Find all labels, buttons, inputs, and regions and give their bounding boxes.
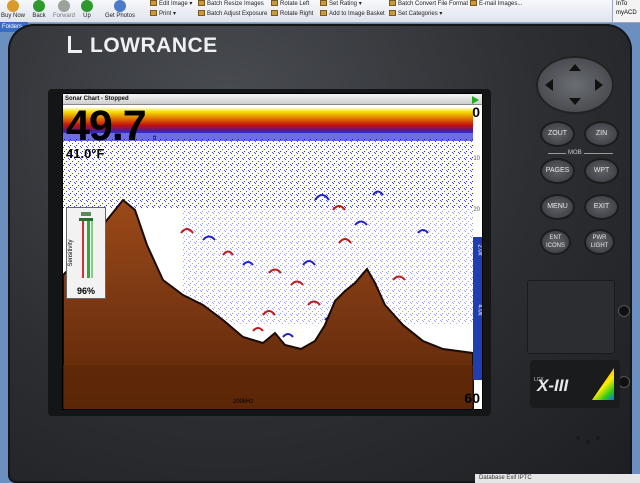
rotate-right-button[interactable]: Rotate Right xyxy=(271,10,313,19)
cart-icon xyxy=(7,0,19,12)
speaker-vent-icon xyxy=(586,440,590,444)
rotate-left-button[interactable]: Rotate Left xyxy=(271,0,309,9)
frequency-label: 200kHz xyxy=(233,399,254,405)
play-icon[interactable] xyxy=(472,96,479,104)
rotate-left-icon xyxy=(271,0,278,6)
arrow-left-icon[interactable] xyxy=(545,79,553,91)
screw-icon xyxy=(618,305,630,317)
rotate-right-icon xyxy=(271,10,278,16)
direction-pad[interactable] xyxy=(536,56,614,114)
add-to-basket-button[interactable]: Add to Image Basket xyxy=(320,10,385,19)
up-button[interactable]: Up xyxy=(78,0,96,22)
bottom-hardness xyxy=(63,365,473,409)
water-noise-lower xyxy=(183,205,473,325)
menu-button[interactable]: MENU xyxy=(540,194,575,220)
categories-icon xyxy=(389,10,396,16)
info-tabs[interactable]: Database Exif IPTC xyxy=(475,474,640,483)
speaker-vent-icon xyxy=(596,436,600,440)
zoom-out-button[interactable]: ZOUT xyxy=(540,121,575,147)
waypoint-button[interactable]: WPT xyxy=(584,158,619,184)
mob-label: MOB xyxy=(566,150,584,156)
temperature-readout: 41.0°F xyxy=(66,146,105,161)
edit-image-icon xyxy=(150,0,157,6)
zoom-bar[interactable]: 2.0x 4.0x xyxy=(473,237,482,380)
power-light-button[interactable]: PWR LIGHT xyxy=(584,229,615,255)
pages-button[interactable]: PAGES xyxy=(540,158,575,184)
buy-now-button[interactable]: Buy Now xyxy=(0,0,26,22)
model-name: X-III xyxy=(537,376,569,395)
batch-convert-button[interactable]: Batch Convert File Format xyxy=(389,0,468,9)
get-photos-button[interactable]: Get Photos xyxy=(101,0,139,22)
envelope-icon xyxy=(470,0,477,6)
basket-icon xyxy=(320,10,327,16)
zoom-top-label: 2.0x xyxy=(476,244,483,256)
depth-tick: 20 xyxy=(473,207,480,213)
print-menu[interactable]: Print ▾ xyxy=(150,10,176,19)
app-toolbar: Buy Now Back Forward Up Get Photos Edit … xyxy=(0,0,640,23)
sonar-chart xyxy=(63,107,474,409)
up-arrow-icon xyxy=(81,0,93,12)
rating-icon xyxy=(320,0,327,6)
resize-icon xyxy=(198,0,205,6)
zoom-in-button[interactable]: ZIN xyxy=(584,121,619,147)
sensitivity-box[interactable]: Sensitivity 96% xyxy=(66,207,106,299)
forward-arrow-icon xyxy=(58,0,70,12)
arrow-down-icon[interactable] xyxy=(569,98,581,105)
back-button[interactable]: Back xyxy=(28,0,50,22)
set-rating-menu[interactable]: Set Rating ▾ xyxy=(320,0,362,9)
arrow-right-icon[interactable] xyxy=(595,79,603,91)
info-pane: InTo myACD xyxy=(612,0,640,22)
sensitivity-value: 96% xyxy=(77,286,96,296)
convert-icon xyxy=(389,0,396,6)
camera-icon xyxy=(114,0,126,12)
memory-card-slot xyxy=(527,280,615,354)
speaker-vent-icon xyxy=(576,436,580,440)
lowrance-mark-icon xyxy=(68,36,82,53)
printer-icon xyxy=(150,10,157,16)
depth-tick: 10 xyxy=(473,156,480,162)
depth-unit: ft xyxy=(153,136,157,142)
depth-readout: 49.7 xyxy=(66,102,147,150)
email-images-button[interactable]: E-mail Images... xyxy=(470,0,522,9)
edit-image-menu[interactable]: Edit Image ▾ xyxy=(150,0,192,9)
set-categories-menu[interactable]: Set Categories ▾ xyxy=(389,10,442,19)
brand-logo: LOWRANCE xyxy=(68,34,218,58)
sensitivity-label: Sensitivity xyxy=(68,239,74,267)
enter-icons-button[interactable]: ENT ICONS xyxy=(540,229,571,255)
back-arrow-icon xyxy=(33,0,45,12)
range-top: 0 xyxy=(472,104,480,120)
sonar-screen: Sonar Chart - Stopped 49.7 ft 41.0°F Sen… xyxy=(62,93,483,410)
arrow-up-icon[interactable] xyxy=(569,64,581,71)
forward-button[interactable]: Forward xyxy=(51,0,77,22)
range-bottom: 60 xyxy=(464,390,480,406)
batch-adjust-button[interactable]: Batch Adjust Exposure xyxy=(198,10,267,19)
batch-resize-button[interactable]: Batch Resize Images xyxy=(198,0,264,9)
zoom-bottom-label: 4.0x xyxy=(476,304,483,316)
exposure-icon xyxy=(198,10,205,16)
exit-button[interactable]: EXIT xyxy=(584,194,619,220)
